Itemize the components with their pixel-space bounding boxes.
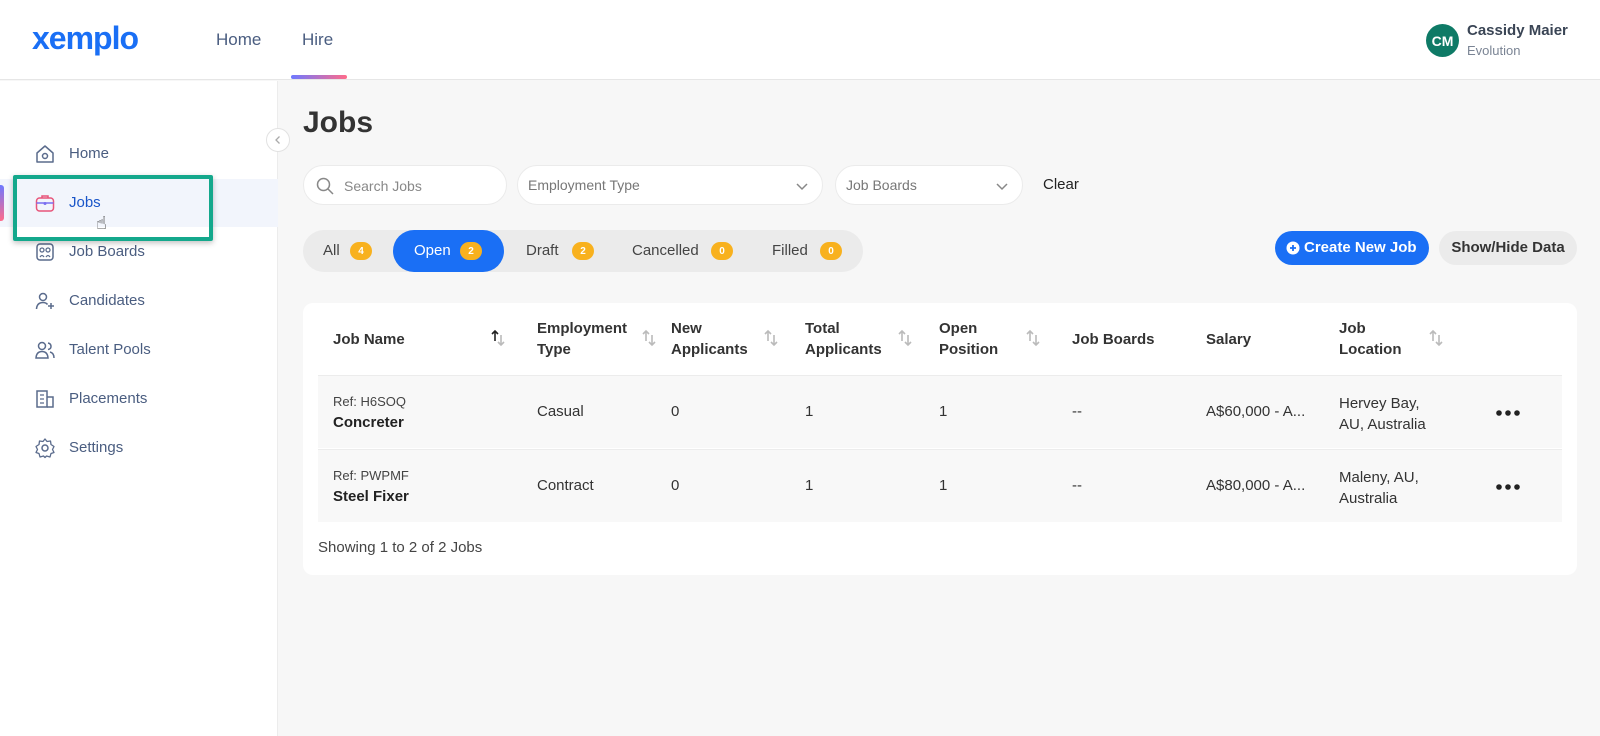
building-icon xyxy=(36,390,54,408)
topnav-home[interactable]: Home xyxy=(216,30,261,50)
header-employment-type[interactable]: Employment Type xyxy=(537,318,627,360)
total-applicants-cell: 1 xyxy=(805,403,814,420)
show-hide-data-button[interactable]: Show/Hide Data xyxy=(1439,231,1577,265)
hand-cursor-icon: ☝ xyxy=(96,213,107,233)
chevron-down-icon xyxy=(796,183,808,191)
job-boards-select[interactable]: Job Boards xyxy=(835,165,1023,205)
salary-cell: A$60,000 - A... xyxy=(1206,403,1306,420)
gear-icon xyxy=(35,438,55,459)
sort-icon[interactable] xyxy=(763,328,779,348)
job-name-link[interactable]: Steel Fixer xyxy=(333,488,409,505)
tab-cancelled[interactable]: Cancelled 0 xyxy=(612,230,750,272)
sidebar-item-label: Candidates xyxy=(69,292,145,309)
new-applicants-cell: 0 xyxy=(671,477,680,494)
top-bar: xemplo Home Hire CM Cassidy Maier Evolut… xyxy=(0,0,1600,80)
create-new-job-button[interactable]: Create New Job xyxy=(1275,231,1429,265)
sort-icon[interactable] xyxy=(1025,328,1041,348)
count-badge: 4 xyxy=(350,242,372,260)
search-box[interactable] xyxy=(303,165,507,205)
chevron-down-icon xyxy=(996,183,1008,191)
job-ref: Ref: PWPMF xyxy=(333,468,409,483)
topnav-hire[interactable]: Hire xyxy=(302,30,333,50)
header-salary: Salary xyxy=(1206,331,1252,348)
sidebar-item-talent-pools[interactable]: Talent Pools xyxy=(0,326,278,374)
users-icon xyxy=(35,341,55,359)
count-badge: 2 xyxy=(572,242,594,260)
count-badge: 2 xyxy=(460,242,482,260)
chevron-left-icon xyxy=(275,136,280,144)
tab-label: Open xyxy=(414,242,451,259)
employment-type-cell: Contract xyxy=(537,477,594,494)
user-name[interactable]: Cassidy Maier xyxy=(1467,22,1568,39)
open-position-cell: 1 xyxy=(939,477,948,494)
tab-label: All xyxy=(323,242,340,259)
sidebar-item-label: Talent Pools xyxy=(69,341,151,358)
sidebar-item-home[interactable]: Home xyxy=(0,130,278,178)
avatar[interactable]: CM xyxy=(1426,24,1459,57)
header-job-location[interactable]: Job Location xyxy=(1339,318,1402,360)
sidebar-item-label: Settings xyxy=(69,439,124,456)
xemplo-logo[interactable]: xemplo xyxy=(32,20,139,57)
employment-type-cell: Casual xyxy=(537,403,584,420)
header-job-boards: Job Boards xyxy=(1072,331,1155,348)
header-new-applicants[interactable]: New Applicants xyxy=(671,318,748,360)
header-job-name[interactable]: Job Name xyxy=(333,329,405,350)
collapse-sidebar-button[interactable] xyxy=(266,128,290,152)
sidebar-item-settings[interactable]: Settings xyxy=(0,424,278,472)
new-applicants-cell: 0 xyxy=(671,403,680,420)
table-row[interactable]: Ref: PWPMF Steel Fixer Contract 0 1 1 --… xyxy=(318,449,1562,522)
sidebar-item-label: Home xyxy=(69,145,110,162)
sort-asc-icon[interactable] xyxy=(490,328,506,348)
clear-filters-link[interactable]: Clear xyxy=(1043,176,1079,193)
add-user-icon xyxy=(35,292,54,310)
status-tabs: All 4 Open 2 Draft 2 Cancelled 0 Filled … xyxy=(303,230,863,272)
employment-type-placeholder: Employment Type xyxy=(528,177,640,193)
sort-icon[interactable] xyxy=(897,328,913,348)
job-boards-placeholder: Job Boards xyxy=(846,177,917,193)
more-options-icon[interactable] xyxy=(1493,477,1523,497)
page-title: Jobs xyxy=(303,106,374,139)
plus-circle-icon xyxy=(1286,241,1300,255)
salary-cell: A$80,000 - A... xyxy=(1206,477,1306,494)
sort-icon[interactable] xyxy=(1428,328,1444,348)
sidebar-item-label: Placements xyxy=(69,390,148,407)
search-icon xyxy=(316,177,334,195)
pagination-summary: Showing 1 to 2 of 2 Jobs xyxy=(318,539,483,556)
header-open-position[interactable]: Open Position xyxy=(939,318,998,360)
active-nav-indicator xyxy=(291,75,347,79)
more-options-icon[interactable] xyxy=(1493,403,1523,423)
home-icon xyxy=(36,145,54,163)
header-total-applicants[interactable]: Total Applicants xyxy=(805,318,882,360)
job-boards-cell: -- xyxy=(1072,477,1082,494)
highlight-box xyxy=(13,175,213,241)
sidebar-item-placements[interactable]: Placements xyxy=(0,375,278,423)
sidebar-item-label: Job Boards xyxy=(69,243,145,260)
create-new-job-label: Create New Job xyxy=(1304,239,1417,256)
job-location-cell: Hervey Bay, AU, Australia xyxy=(1339,395,1426,433)
count-badge: 0 xyxy=(820,242,842,260)
sort-icon[interactable] xyxy=(641,328,657,348)
sidebar-item-candidates[interactable]: Candidates xyxy=(0,277,278,325)
tab-label: Cancelled xyxy=(632,242,699,259)
employment-type-select[interactable]: Employment Type xyxy=(517,165,823,205)
search-input[interactable] xyxy=(344,174,499,198)
table-row[interactable]: Ref: H6SOQ Concreter Casual 0 1 1 -- A$6… xyxy=(318,375,1562,448)
tab-label: Filled xyxy=(772,242,808,259)
job-location-cell: Maleny, AU, Australia xyxy=(1339,469,1419,507)
tab-all[interactable]: All 4 xyxy=(303,230,395,272)
tab-filled[interactable]: Filled 0 xyxy=(752,230,860,272)
tab-draft[interactable]: Draft 2 xyxy=(506,230,610,272)
job-boards-icon xyxy=(36,243,54,261)
count-badge: 0 xyxy=(711,242,733,260)
jobs-table: Job Name Employment Type New Applicants To… xyxy=(303,303,1577,575)
job-boards-cell: -- xyxy=(1072,403,1082,420)
tab-label: Draft xyxy=(526,242,559,259)
tab-open[interactable]: Open 2 xyxy=(393,230,504,272)
job-ref: Ref: H6SOQ xyxy=(333,394,406,409)
job-name-link[interactable]: Concreter xyxy=(333,414,404,431)
total-applicants-cell: 1 xyxy=(805,477,814,494)
open-position-cell: 1 xyxy=(939,403,948,420)
user-org: Evolution xyxy=(1467,43,1521,58)
